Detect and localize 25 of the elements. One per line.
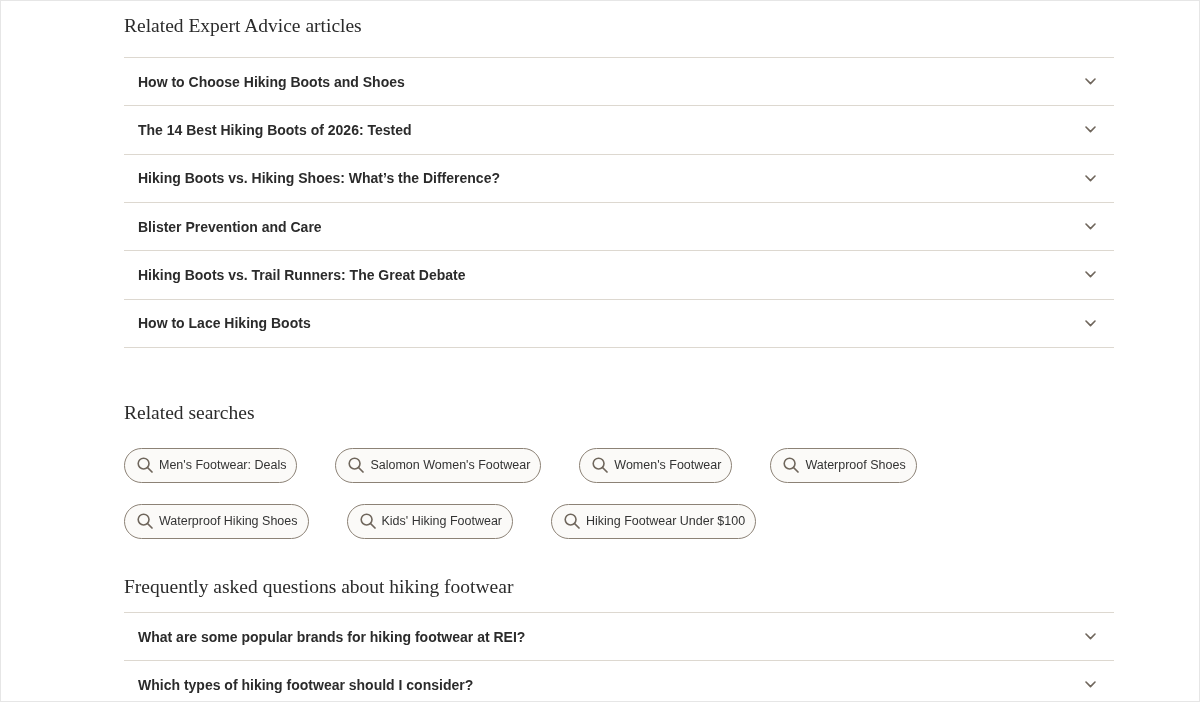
search-icon — [137, 457, 153, 474]
search-icon — [783, 457, 800, 474]
search-chip[interactable]: Men's Footwear: Deals — [124, 447, 298, 483]
section-heading: Related Expert Advice articles — [124, 14, 362, 38]
search-icon — [348, 457, 365, 474]
accordion-header[interactable]: What are some popular brands for hiking footwear at REI? — [124, 612, 1114, 662]
search-icon — [137, 513, 153, 530]
accordion-header[interactable]: Blister Prevention and Care — [124, 203, 1114, 252]
search-chip[interactable]: Hiking Footwear Under $100 — [551, 503, 757, 539]
section-heading: Frequently asked questions about hiking footwear — [124, 574, 514, 599]
accordion-header[interactable]: Hiking Boots vs. Hiking Shoes: What’s the Difference? — [124, 154, 1114, 203]
section-heading: Related searches — [124, 400, 255, 425]
search-icon — [564, 513, 580, 530]
search-chip[interactable]: Kids' Hiking Footwear — [346, 503, 513, 539]
search-chip[interactable]: Waterproof Hiking Shoes — [124, 503, 309, 539]
accordion-header[interactable]: How to Choose Hiking Boots and Shoes — [124, 58, 1114, 107]
search-icon — [592, 457, 609, 474]
accordion-header[interactable]: How to Lace Hiking Boots — [124, 299, 1114, 348]
search-chip[interactable]: Salomon Women's Footwear — [335, 447, 542, 483]
accordion-header[interactable]: Which types of hiking footwear should I consider? — [124, 661, 1114, 701]
search-chip[interactable]: Women's Footwear — [579, 447, 733, 483]
accordion-header[interactable]: Hiking Boots vs. Trail Runners: The Great Debate — [124, 251, 1114, 300]
search-icon — [359, 513, 376, 530]
accordion-header[interactable]: The 14 Best Hiking Boots of 2026: Tested — [124, 106, 1114, 155]
search-chip[interactable]: Waterproof Shoes — [770, 447, 917, 483]
